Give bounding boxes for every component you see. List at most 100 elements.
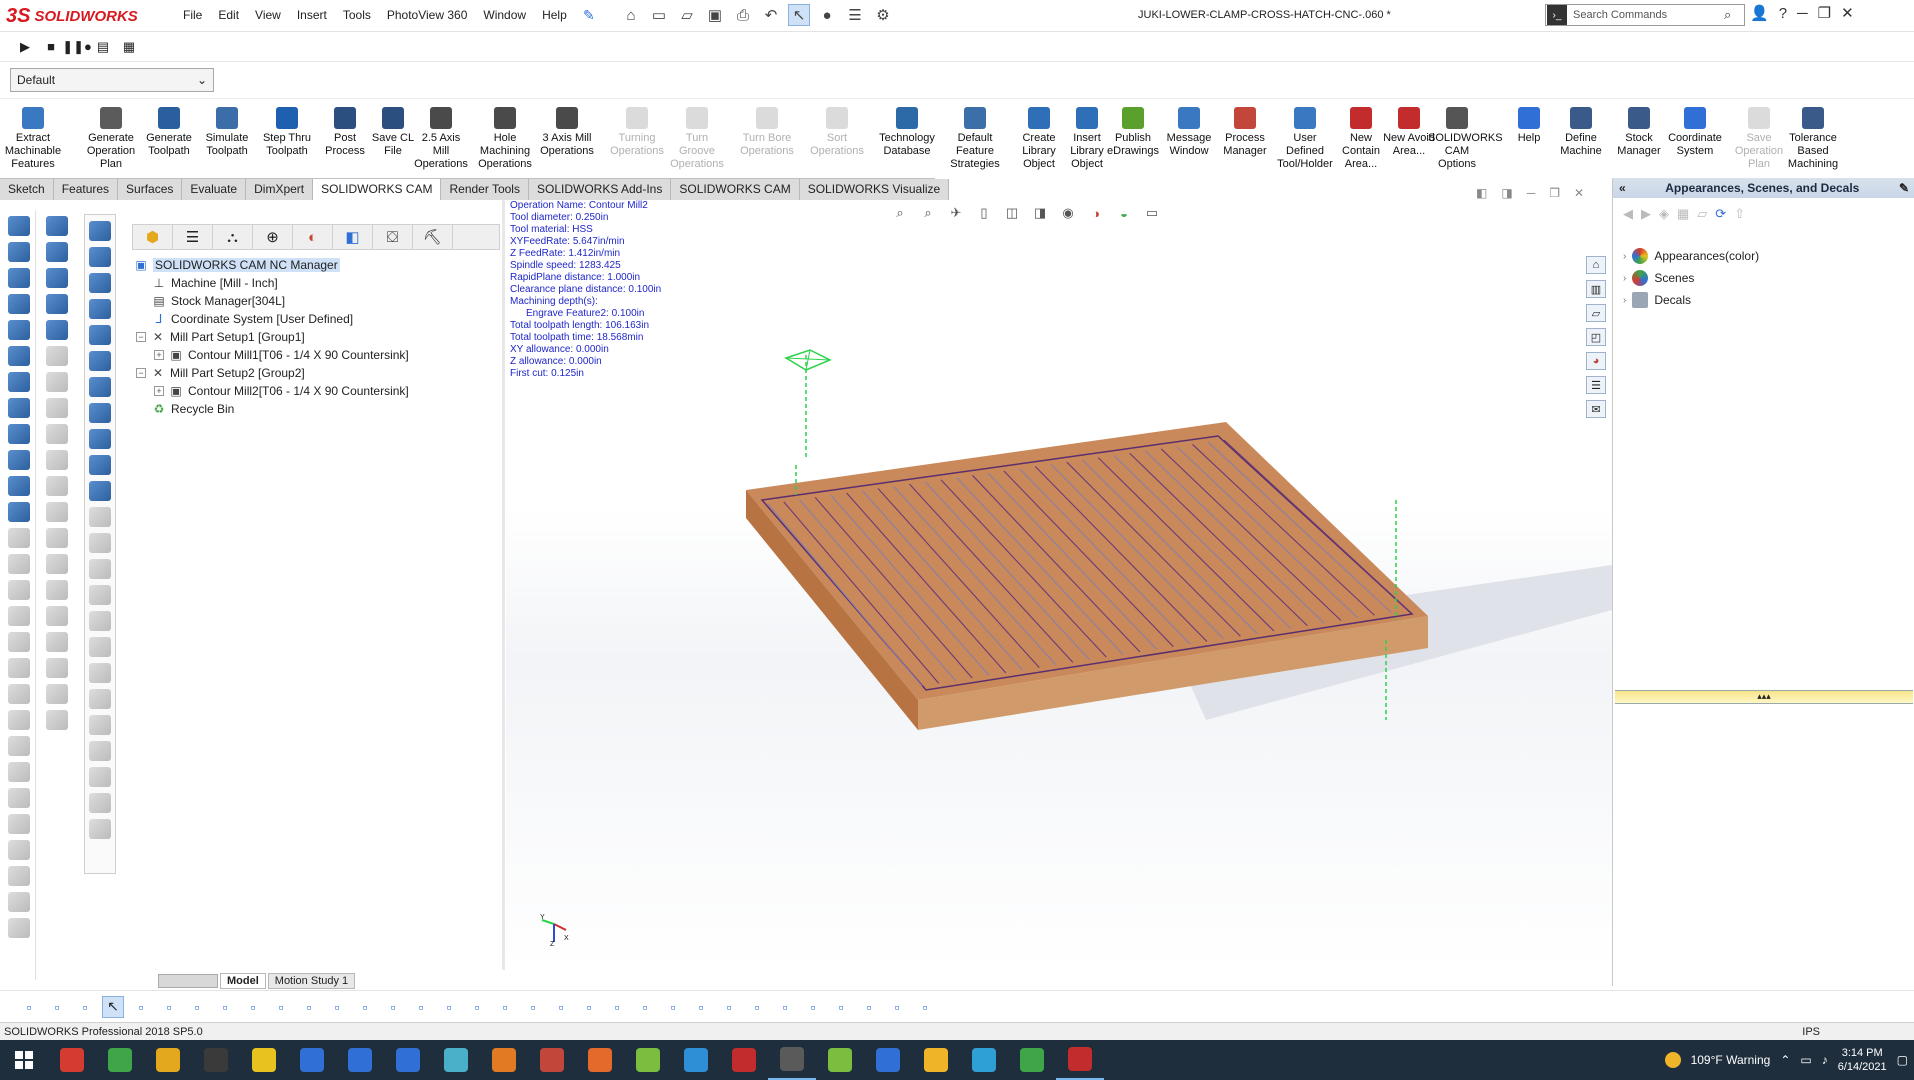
tab-solidworks-visualize[interactable]: SOLIDWORKS Visualize [799, 179, 950, 200]
help-icon[interactable]: ? [1779, 5, 1787, 22]
new-folder-icon[interactable]: ▦ [1677, 206, 1689, 222]
feature-tool-13-icon[interactable] [7, 528, 30, 548]
taskbar-app-13[interactable] [624, 1040, 672, 1080]
plane-icon[interactable]: ▫ [214, 996, 236, 1018]
annotation-icon[interactable]: ▫ [494, 996, 516, 1018]
smart-dimension-icon[interactable]: ▫ [158, 996, 180, 1018]
stock-manager-button[interactable]: Stock Manager [1610, 103, 1668, 158]
taskbar-app-19[interactable] [912, 1040, 960, 1080]
custom-properties-icon[interactable]: ☰ [1586, 376, 1606, 394]
sketch-point-icon[interactable]: ▫ [354, 996, 376, 1018]
cam-feature-tree-icon[interactable]: ◧ [333, 225, 373, 249]
file-explorer-icon[interactable]: ▱ [1586, 304, 1606, 322]
open-folder-icon[interactable]: ▱ [1697, 206, 1707, 222]
close-icon[interactable]: ✕ [1841, 4, 1854, 22]
tray-expand-icon[interactable]: ⌃ [1780, 1053, 1790, 1067]
graphics-area[interactable] [506, 200, 1612, 970]
network-icon[interactable]: ▭ [1800, 1053, 1811, 1067]
tree-item-recycle-bin[interactable]: ♻ Recycle Bin [152, 402, 235, 416]
menu-window[interactable]: Window [475, 6, 534, 24]
search-commands-box[interactable]: ›_ Search Commands ⌕ [1545, 4, 1745, 26]
component-icon[interactable]: ▫ [886, 996, 908, 1018]
collapse-icon[interactable]: − [136, 332, 146, 342]
turn-groove-operations-button[interactable]: Turn Groove Operations [668, 103, 726, 171]
restore-icon[interactable]: ❐ [1818, 4, 1831, 22]
previous-view-icon[interactable]: ✈ [946, 204, 966, 222]
cam-tool-9-icon[interactable] [89, 429, 111, 449]
2-5-axis-mill-operations-button[interactable]: 2.5 Axis Mill Operations [412, 103, 470, 171]
refresh-icon[interactable]: ⟳ [1715, 206, 1726, 222]
vertex-icon[interactable]: ▫ [326, 996, 348, 1018]
taskbar-app-6[interactable] [288, 1040, 336, 1080]
cam-tool-12-icon[interactable] [89, 507, 111, 527]
taskbar-app-14[interactable] [672, 1040, 720, 1080]
taskpane-item-appearances[interactable]: › Appearances(color) [1623, 248, 1759, 264]
mate-icon[interactable]: ▫ [746, 996, 768, 1018]
configuration-manager-icon[interactable]: ⛬ [213, 225, 253, 249]
cam-tool-18-icon[interactable] [89, 663, 111, 683]
feature-tool-23-icon[interactable] [7, 788, 30, 808]
taskbar-app-10[interactable] [480, 1040, 528, 1080]
sketch-tool-9-icon[interactable] [46, 424, 68, 444]
display-style-icon[interactable]: ◨ [1030, 204, 1050, 222]
taskbar-app-7[interactable] [336, 1040, 384, 1080]
sketch-tool-18-icon[interactable] [46, 658, 68, 678]
feature-tool-24-icon[interactable] [7, 814, 30, 834]
default-feature-strategies-button[interactable]: Default Feature Strategies [946, 103, 1004, 171]
clock[interactable]: 3:14 PM 6/14/2021 [1838, 1046, 1887, 1074]
minimize-icon[interactable]: ─ [1797, 5, 1808, 22]
sketch-block-icon[interactable]: ▫ [802, 996, 824, 1018]
restore-doc-icon[interactable]: ❐ [1549, 186, 1560, 200]
solidworks-cam-options-button[interactable]: SOLIDWORKS CAM Options [1428, 103, 1503, 171]
tree-item-machine[interactable]: ⊥ Machine [Mill - Inch] [152, 276, 278, 290]
sketch-tool-7-icon[interactable] [46, 372, 68, 392]
feature-tool-28-icon[interactable] [7, 918, 30, 938]
select-pointer-icon[interactable]: ↖ [788, 4, 810, 26]
taskbar-app-12[interactable] [576, 1040, 624, 1080]
connection-point-icon[interactable]: ▫ [830, 996, 852, 1018]
feature-tool-8-icon[interactable] [7, 398, 30, 418]
route-point-icon[interactable]: ▫ [858, 996, 880, 1018]
taskbar-app-18[interactable] [864, 1040, 912, 1080]
tree-item-stock-manager[interactable]: ▤ Stock Manager[304L] [152, 294, 285, 308]
menu-photoview[interactable]: PhotoView 360 [379, 6, 476, 24]
sketch-tool-3-icon[interactable] [46, 268, 68, 288]
tab-motion-study[interactable]: Motion Study 1 [267, 973, 356, 989]
feature-tool-27-icon[interactable] [7, 892, 30, 912]
feature-tool-5-icon[interactable] [7, 320, 30, 340]
close-doc-icon[interactable]: ✕ [1574, 186, 1584, 200]
up-one-level-icon[interactable]: ⇧ [1734, 206, 1745, 222]
sketch-tool-20-icon[interactable] [46, 710, 68, 730]
sketch-tool-4-icon[interactable] [46, 294, 68, 314]
edge-icon[interactable]: ▫ [298, 996, 320, 1018]
forum-icon[interactable]: ✉ [1586, 400, 1606, 418]
appearances-icon[interactable]: ◕ [1586, 352, 1606, 370]
cam-tool-6-icon[interactable] [89, 351, 111, 371]
feature-tree-icon[interactable]: ⬢ [133, 225, 173, 249]
design-library-icon[interactable]: ▥ [1586, 280, 1606, 298]
expand-icon[interactable]: + [154, 386, 164, 396]
view-orientation-icon[interactable]: ◫ [1002, 204, 1022, 222]
chevron-right-icon[interactable]: › [1623, 295, 1626, 306]
user-icon[interactable]: 👤 [1750, 4, 1769, 22]
message-window-button[interactable]: Message Window [1160, 103, 1218, 158]
save-operation-plan-button[interactable]: Save Operation Plan [1730, 103, 1788, 171]
search-mode-icon[interactable]: ›_ [1547, 5, 1567, 25]
cam-operation-tree-icon[interactable]: ⛋ [373, 225, 413, 249]
dimxpert-icon[interactable]: ⊕ [253, 225, 293, 249]
print-icon[interactable]: ⎙ [732, 4, 754, 26]
cam-tool-20-icon[interactable] [89, 715, 111, 735]
magnified-select-icon[interactable]: ▫ [130, 996, 152, 1018]
collapse-icon[interactable]: − [136, 368, 146, 378]
tab-solidworks-cam[interactable]: SOLIDWORKS CAM [671, 179, 800, 200]
tree-item-mill-part-setup-2[interactable]: − ✕ Mill Part Setup2 [Group2] [136, 366, 305, 380]
cam-tool-17-icon[interactable] [89, 637, 111, 657]
sketch-tool-16-icon[interactable] [46, 606, 68, 626]
hole-callout-icon[interactable]: ▫ [690, 996, 712, 1018]
taskbar-app-15[interactable] [720, 1040, 768, 1080]
collapse-pane-icon[interactable]: « [1613, 181, 1632, 195]
tab-surfaces[interactable]: Surfaces [118, 179, 183, 200]
cam-tool-23-icon[interactable] [89, 793, 111, 813]
taskpane-item-scenes[interactable]: › Scenes [1623, 270, 1694, 286]
feature-tool-21-icon[interactable] [7, 736, 30, 756]
